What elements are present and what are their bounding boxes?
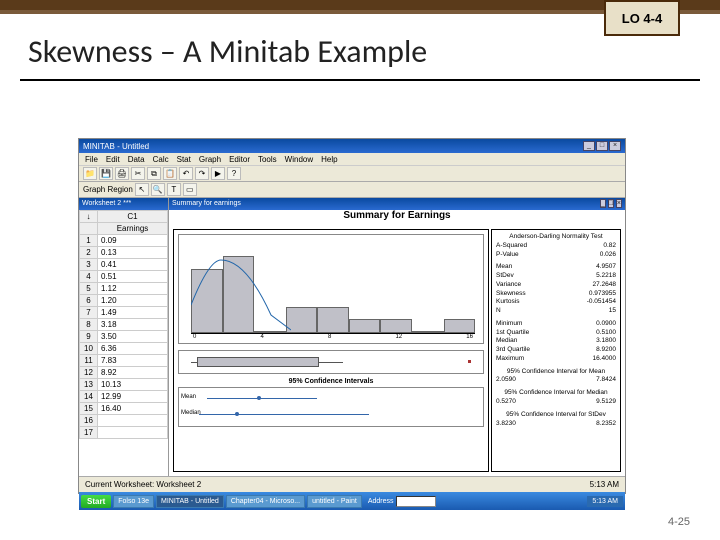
boxplot bbox=[178, 350, 484, 374]
run-icon[interactable]: ▶ bbox=[211, 167, 225, 180]
col-name[interactable]: Earnings bbox=[98, 223, 168, 235]
worksheet-window: Worksheet 2 *** ↓C1 Earnings 10.09 20.13… bbox=[79, 198, 169, 476]
worksheet-title: Worksheet 2 *** bbox=[79, 198, 168, 210]
open-icon[interactable]: 📁 bbox=[83, 167, 97, 180]
maximize-button[interactable]: □ bbox=[596, 141, 608, 151]
graph-window: Summary for earnings _ □ × Summary for E… bbox=[169, 198, 625, 476]
cell[interactable]: 3.18 bbox=[98, 319, 168, 331]
menu-calc[interactable]: Calc bbox=[153, 155, 169, 164]
menu-data[interactable]: Data bbox=[128, 155, 145, 164]
pointer-icon[interactable]: ↖ bbox=[135, 183, 149, 196]
cell[interactable]: 1.49 bbox=[98, 307, 168, 319]
undo-icon[interactable]: ↶ bbox=[179, 167, 193, 180]
summary-title: Summary for Earnings bbox=[169, 210, 625, 221]
menu-stat[interactable]: Stat bbox=[177, 155, 191, 164]
cell[interactable]: 1.12 bbox=[98, 283, 168, 295]
minimize-button[interactable]: _ bbox=[583, 141, 595, 151]
help-icon[interactable]: ? bbox=[227, 167, 241, 180]
cell[interactable]: 0.51 bbox=[98, 271, 168, 283]
ci-plot: Mean Median bbox=[178, 387, 484, 427]
stats-panel: Anderson-Darling Normality Test A-Square… bbox=[491, 229, 621, 472]
menu-file[interactable]: File bbox=[85, 155, 98, 164]
cell[interactable]: 8.92 bbox=[98, 367, 168, 379]
rect-icon[interactable]: ▭ bbox=[183, 183, 197, 196]
cell[interactable]: 6.36 bbox=[98, 343, 168, 355]
ci-heading: 95% Confidence Intervals bbox=[178, 378, 484, 385]
cell[interactable]: 0.41 bbox=[98, 259, 168, 271]
region-label: Graph Region bbox=[83, 185, 133, 194]
cell[interactable]: 12.99 bbox=[98, 391, 168, 403]
tray-clock[interactable]: 5:13 AM bbox=[587, 496, 623, 507]
outlier-icon bbox=[468, 360, 471, 363]
hist-bar bbox=[444, 319, 476, 333]
toolbar-2: Graph Region ↖ 🔍 T ▭ bbox=[79, 182, 625, 198]
cell[interactable] bbox=[98, 415, 168, 427]
cell[interactable]: 16.40 bbox=[98, 403, 168, 415]
save-icon[interactable]: 💾 bbox=[99, 167, 113, 180]
cell[interactable] bbox=[98, 427, 168, 439]
toolbar-1: 📁 💾 🖨 ✂ ⧉ 📋 ↶ ↷ ▶ ? bbox=[79, 166, 625, 182]
address-label: Address bbox=[368, 498, 394, 505]
normal-curve bbox=[191, 245, 291, 333]
cell[interactable]: 0.13 bbox=[98, 247, 168, 259]
task-item[interactable]: Folso 13e bbox=[113, 495, 154, 508]
col-header[interactable]: C1 bbox=[98, 211, 168, 223]
graph-max-button[interactable]: □ bbox=[608, 199, 614, 208]
address-input[interactable] bbox=[396, 496, 436, 507]
slide-number: 4-25 bbox=[668, 516, 690, 528]
cell[interactable]: 7.83 bbox=[98, 355, 168, 367]
app-title: MINITAB - Untitled bbox=[83, 142, 149, 151]
menu-graph[interactable]: Graph bbox=[199, 155, 221, 164]
hist-bar bbox=[317, 307, 349, 333]
text-icon[interactable]: T bbox=[167, 183, 181, 196]
cell[interactable]: 1.20 bbox=[98, 295, 168, 307]
graph-min-button[interactable]: _ bbox=[600, 199, 606, 208]
corner-cell: ↓ bbox=[80, 211, 98, 223]
divider bbox=[20, 79, 700, 81]
task-item[interactable]: untitled - Paint bbox=[307, 495, 362, 508]
menu-edit[interactable]: Edit bbox=[106, 155, 120, 164]
cut-icon[interactable]: ✂ bbox=[131, 167, 145, 180]
summary-plots: 0 4 8 12 16 95% Confidence Intervals bbox=[173, 229, 489, 472]
taskbar: Start Folso 13e MINITAB - Untitled Chapt… bbox=[79, 492, 625, 510]
start-button[interactable]: Start bbox=[81, 495, 111, 508]
minitab-window: MINITAB - Untitled _ □ × File Edit Data … bbox=[78, 138, 626, 494]
menu-editor[interactable]: Editor bbox=[229, 155, 250, 164]
print-icon[interactable]: 🖨 bbox=[115, 167, 129, 180]
hist-bar bbox=[380, 319, 412, 333]
task-item[interactable]: MINITAB - Untitled bbox=[156, 495, 224, 508]
task-item[interactable]: Chapter04 - Microso... bbox=[226, 495, 305, 508]
cell[interactable]: 10.13 bbox=[98, 379, 168, 391]
paste-icon[interactable]: 📋 bbox=[163, 167, 177, 180]
graph-close-button[interactable]: × bbox=[616, 199, 622, 208]
redo-icon[interactable]: ↷ bbox=[195, 167, 209, 180]
titlebar: MINITAB - Untitled _ □ × bbox=[79, 139, 625, 153]
menu-window[interactable]: Window bbox=[285, 155, 313, 164]
zoom-icon[interactable]: 🔍 bbox=[151, 183, 165, 196]
hist-bar bbox=[349, 319, 381, 333]
copy-icon[interactable]: ⧉ bbox=[147, 167, 161, 180]
menu-tools[interactable]: Tools bbox=[258, 155, 277, 164]
statusbar: Current Worksheet: Worksheet 2 5:13 AM bbox=[79, 476, 625, 492]
close-button[interactable]: × bbox=[609, 141, 621, 151]
worksheet-table[interactable]: ↓C1 Earnings 10.09 20.13 30.41 40.51 51.… bbox=[79, 210, 168, 439]
graph-win-title: Summary for earnings bbox=[172, 198, 241, 210]
histogram: 0 4 8 12 16 bbox=[178, 234, 484, 344]
cell[interactable]: 3.50 bbox=[98, 331, 168, 343]
menu-help[interactable]: Help bbox=[321, 155, 337, 164]
cell[interactable]: 0.09 bbox=[98, 235, 168, 247]
menubar: File Edit Data Calc Stat Graph Editor To… bbox=[79, 153, 625, 166]
lo-badge: LO 4-4 bbox=[604, 0, 680, 36]
